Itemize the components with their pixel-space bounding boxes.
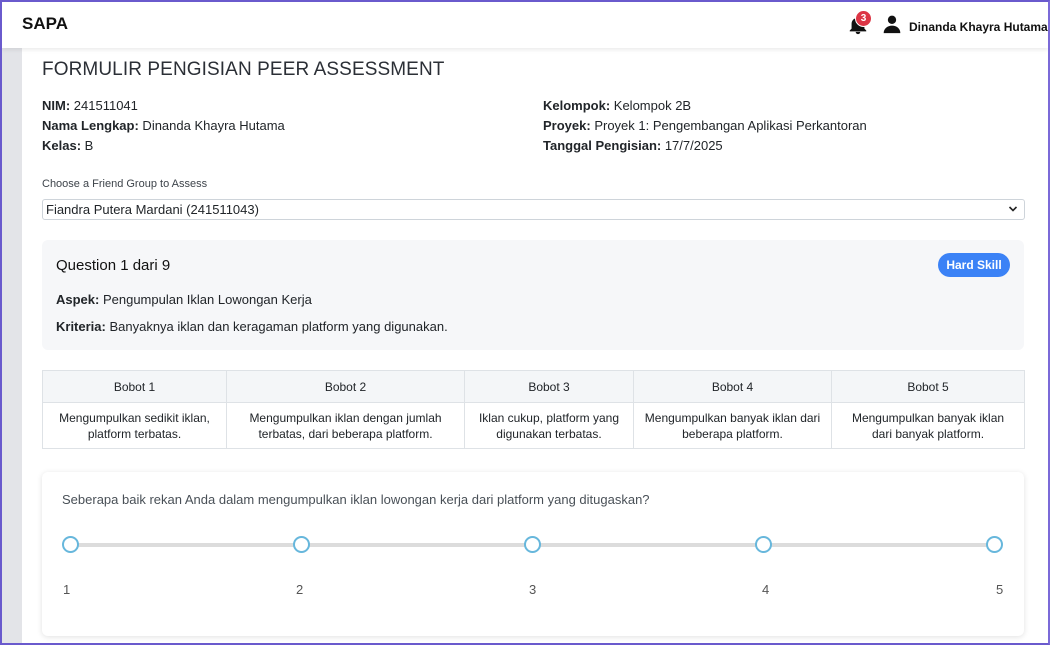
rating-question: Seberapa baik rekan Anda dalam mengumpul… [62, 492, 650, 507]
main-content: FORMULIR PENGISIAN PEER ASSESSMENT NIM: … [22, 48, 1048, 645]
kelompok-value: Kelompok 2B [610, 98, 692, 113]
kelompok-label: Kelompok: [543, 98, 611, 113]
rubric-header: Bobot 2 [226, 370, 465, 403]
kriteria-label: Kriteria: [56, 319, 106, 334]
rubric-header: Bobot 3 [464, 370, 634, 403]
chevron-down-icon [1008, 206, 1018, 212]
rubric-cell: Mengumpulkan banyak iklan dari beberapa … [633, 402, 832, 449]
rubric-row: Mengumpulkan sedikit iklan, platform ter… [42, 402, 1025, 449]
info-proyek: Proyek: Proyek 1: Pengembangan Aplikasi … [543, 118, 867, 133]
rating-label-1: 1 [63, 582, 71, 597]
rating-option-1[interactable] [62, 536, 79, 553]
question-card: Question 1 dari 9 Hard Skill Aspek: Peng… [42, 240, 1024, 350]
nama-value: Dinanda Khayra Hutama [138, 118, 285, 133]
rating-option-4[interactable] [755, 536, 772, 553]
info-kelompok: Kelompok: Kelompok 2B [543, 98, 691, 113]
proyek-value: Proyek 1: Pengembangan Aplikasi Perkanto… [590, 118, 867, 133]
brand-logo[interactable]: SAPA [22, 14, 68, 34]
friend-select[interactable]: Fiandra Putera Mardani (241511043) [42, 199, 1025, 220]
rating-card: Seberapa baik rekan Anda dalam mengumpul… [42, 472, 1024, 636]
nim-value: 241511041 [70, 98, 138, 113]
kelas-value: B [81, 138, 94, 153]
rubric-header: Bobot 1 [42, 370, 227, 403]
info-kelas: Kelas: B [42, 138, 93, 153]
proyek-label: Proyek: [543, 118, 591, 133]
tanggal-label: Tanggal Pengisian: [543, 138, 662, 153]
user-icon[interactable] [882, 14, 902, 34]
rubric-cell: Mengumpulkan iklan dengan jumlah terbata… [226, 402, 465, 449]
friend-select-value: Fiandra Putera Mardani (241511043) [46, 202, 259, 217]
rubric-header: Bobot 5 [831, 370, 1025, 403]
notification-badge: 3 [855, 10, 872, 27]
rubric-header: Bobot 4 [633, 370, 832, 403]
nim-label: NIM: [42, 98, 71, 113]
info-nim: NIM: 241511041 [42, 98, 138, 113]
rubric-header-row: Bobot 1 Bobot 2 Bobot 3 Bobot 4 Bobot 5 [42, 370, 1025, 403]
nama-label: Nama Lengkap: [42, 118, 139, 133]
user-name[interactable]: Dinanda Khayra Hutama [909, 20, 1048, 34]
info-tanggal: Tanggal Pengisian: 17/7/2025 [543, 138, 723, 153]
rubric-table: Bobot 1 Bobot 2 Bobot 3 Bobot 4 Bobot 5 … [42, 370, 1025, 449]
rubric-cell: Iklan cukup, platform yang digunakan ter… [464, 402, 634, 449]
rating-option-2[interactable] [293, 536, 310, 553]
rating-label-2: 2 [296, 582, 304, 597]
aspek-value: Pengumpulan Iklan Lowongan Kerja [99, 292, 312, 307]
friend-select-label: Choose a Friend Group to Assess [42, 178, 208, 190]
rating-option-3[interactable] [524, 536, 541, 553]
page-title: FORMULIR PENGISIAN PEER ASSESSMENT [42, 59, 445, 80]
rubric-cell: Mengumpulkan sedikit iklan, platform ter… [42, 402, 227, 449]
question-aspek: Aspek: Pengumpulan Iklan Lowongan Kerja [56, 292, 312, 307]
rating-label-3: 3 [529, 582, 537, 597]
top-navbar: SAPA 3 Dinanda Khayra Hutama [2, 2, 1048, 48]
rubric-cell: Mengumpulkan banyak iklan dari banyak pl… [831, 402, 1025, 449]
question-title: Question 1 dari 9 [56, 257, 171, 274]
aspek-label: Aspek: [56, 292, 100, 307]
rating-label-4: 4 [762, 582, 770, 597]
skill-badge: Hard Skill [938, 253, 1010, 277]
rating-label-5: 5 [996, 582, 1004, 597]
tanggal-value: 17/7/2025 [661, 138, 723, 153]
kelas-label: Kelas: [42, 138, 82, 153]
info-nama: Nama Lengkap: Dinanda Khayra Hutama [42, 118, 285, 133]
rating-option-5[interactable] [986, 536, 1003, 553]
question-kriteria: Kriteria: Banyaknya iklan dan keragaman … [56, 319, 448, 334]
kriteria-value: Banyaknya iklan dan keragaman platform y… [105, 319, 448, 334]
sidebar-strip [2, 48, 22, 645]
